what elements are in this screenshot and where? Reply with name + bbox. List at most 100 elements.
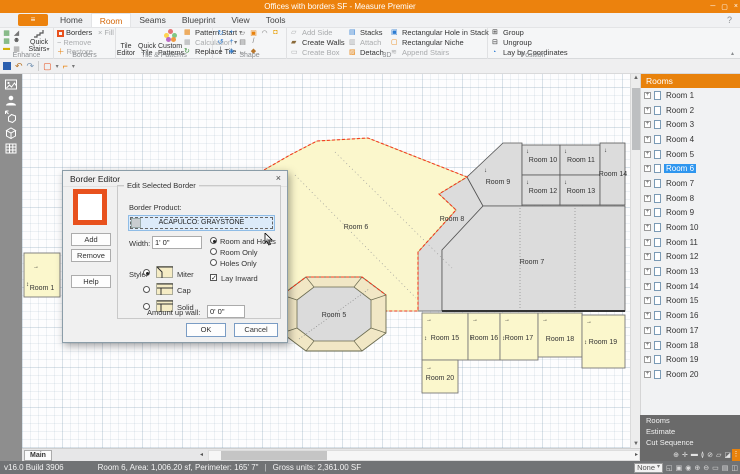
rect-hole-button[interactable]: ▣ Rectangular Hole in Stack bbox=[391, 29, 489, 37]
user-icon[interactable] bbox=[4, 94, 18, 107]
add-border-button[interactable]: Add bbox=[71, 233, 111, 246]
app-menu-button[interactable]: ≡ bbox=[18, 14, 48, 26]
sketch-icon[interactable]: ◢ bbox=[12, 29, 21, 37]
zoom-in-icon[interactable]: ⊕ bbox=[694, 464, 700, 472]
zoom-window-icon[interactable]: ▭ bbox=[712, 464, 719, 472]
expand-plus-icon[interactable]: + bbox=[644, 179, 651, 187]
lock-icon[interactable]: ◘ bbox=[271, 29, 280, 37]
remove-border-dialog-button[interactable]: Remove bbox=[71, 249, 111, 262]
layers-icon[interactable]: ▬ bbox=[691, 451, 698, 459]
fill-bucket-icon[interactable]: ▣ bbox=[249, 29, 258, 37]
expand-plus-icon[interactable]: + bbox=[644, 91, 651, 99]
room-list-item[interactable]: + Room 11 bbox=[641, 235, 740, 250]
room-and-holes-radio[interactable] bbox=[210, 237, 217, 244]
quick-stairs-button[interactable]: Quick Stairs▾ bbox=[26, 29, 52, 54]
scroll-right-icon[interactable]: ▸ bbox=[635, 451, 638, 458]
ok-button[interactable]: OK bbox=[186, 323, 226, 337]
tab-room[interactable]: Room bbox=[90, 13, 132, 27]
save-icon[interactable] bbox=[3, 62, 11, 70]
room-list-item[interactable]: + Room 12 bbox=[641, 250, 740, 265]
expand-plus-icon[interactable]: + bbox=[644, 224, 651, 232]
border-product-button[interactable]: ACAPULCO: GRAYSTONE bbox=[128, 215, 275, 231]
photo-icon[interactable] bbox=[4, 78, 18, 91]
room-list-item[interactable]: + Room 6 bbox=[641, 161, 740, 176]
tab-view[interactable]: View bbox=[223, 13, 257, 27]
ribbon-collapse-icon[interactable]: ▴ bbox=[731, 50, 734, 57]
tab-blueprint[interactable]: Blueprint bbox=[174, 13, 224, 27]
room-list-item[interactable]: + Room 9 bbox=[641, 206, 740, 221]
expand-plus-icon[interactable]: + bbox=[644, 194, 651, 202]
fill-button[interactable]: × Fill bbox=[98, 29, 114, 37]
room-list-item[interactable]: + Room 17 bbox=[641, 323, 740, 338]
grid-icon[interactable] bbox=[4, 142, 18, 155]
orbit-icon[interactable]: ◉ bbox=[685, 464, 691, 472]
rect-niche-button[interactable]: ▢ Rectangular Niche bbox=[391, 39, 464, 47]
stacks-button[interactable]: ▤ Stacks bbox=[349, 29, 383, 37]
close-button[interactable]: × bbox=[734, 3, 738, 10]
room-list-item[interactable]: + Room 3 bbox=[641, 117, 740, 132]
canvas-hscrollbar[interactable] bbox=[208, 450, 640, 461]
people-icon[interactable]: ☻ bbox=[12, 37, 21, 45]
enhance-grid2-icon[interactable]: ▦ bbox=[2, 37, 11, 45]
expand-plus-icon[interactable]: + bbox=[644, 150, 651, 158]
tab-seams[interactable]: Seams bbox=[131, 13, 173, 27]
room-list-item[interactable]: + Room 13 bbox=[641, 264, 740, 279]
help-icon[interactable]: ? bbox=[727, 15, 732, 25]
expand-plus-icon[interactable]: + bbox=[644, 253, 651, 261]
holes-only-radio[interactable] bbox=[210, 259, 217, 266]
amount-up-wall-input[interactable] bbox=[207, 305, 245, 318]
room-list-item[interactable]: + Room 2 bbox=[641, 103, 740, 118]
room-list-item[interactable]: + Room 7 bbox=[641, 176, 740, 191]
view-item[interactable]: Rooms bbox=[640, 415, 740, 426]
views-more-button[interactable]: ⋮ bbox=[732, 449, 740, 461]
expand-plus-icon[interactable]: + bbox=[644, 356, 651, 364]
zoom-out-icon[interactable]: ⊖ bbox=[703, 464, 709, 472]
zoom-tool-icon[interactable]: ⊕ bbox=[673, 451, 679, 459]
enhance-grid-icon[interactable]: ▦ bbox=[2, 29, 11, 37]
room-list-item[interactable]: + Room 10 bbox=[641, 220, 740, 235]
miter-radio[interactable] bbox=[143, 269, 150, 276]
expand-plus-icon[interactable]: + bbox=[644, 209, 651, 217]
move-icon[interactable]: + bbox=[227, 29, 236, 37]
no-icon[interactable]: ⊘ bbox=[707, 451, 713, 459]
expand-plus-icon[interactable]: + bbox=[644, 341, 651, 349]
rect-dropdown-icon[interactable]: ▾ bbox=[56, 63, 59, 70]
expand-plus-icon[interactable]: + bbox=[644, 165, 651, 173]
export-box-icon[interactable] bbox=[4, 110, 18, 123]
panel-icon[interactable]: ◪ bbox=[724, 451, 731, 459]
room-list-item[interactable]: + Room 5 bbox=[641, 147, 740, 162]
select-icon[interactable]: ◱ bbox=[666, 464, 673, 472]
group-button[interactable]: ⊞ Group bbox=[492, 29, 524, 37]
expand-plus-icon[interactable]: + bbox=[644, 268, 651, 276]
canvas-vscrollbar[interactable]: ▲ ▼ bbox=[630, 74, 640, 448]
arc-icon[interactable]: ◠ bbox=[260, 29, 269, 37]
expand-plus-icon[interactable]: + bbox=[644, 106, 651, 114]
room-list-item[interactable]: + Room 15 bbox=[641, 294, 740, 309]
lay-inward-checkbox[interactable]: ✓ bbox=[210, 274, 217, 282]
expand-plus-icon[interactable]: + bbox=[644, 370, 651, 378]
room-list-item[interactable]: + Room 4 bbox=[641, 132, 740, 147]
maximize-button[interactable]: ▢ bbox=[721, 3, 728, 11]
layer-combo[interactable]: None ▾ bbox=[634, 462, 664, 473]
pages-icon[interactable]: ▱ bbox=[716, 451, 721, 459]
minimize-button[interactable]: ─ bbox=[710, 3, 715, 10]
width-input[interactable] bbox=[152, 236, 202, 249]
cap-radio[interactable] bbox=[143, 286, 150, 293]
copy-icon[interactable]: ▱ bbox=[238, 29, 247, 37]
undo-icon[interactable]: ↶ bbox=[15, 61, 23, 72]
zoom-extents-icon[interactable]: ▤ bbox=[722, 464, 729, 472]
pan-icon[interactable]: ▣ bbox=[676, 464, 683, 472]
tab-home[interactable]: Home bbox=[52, 13, 91, 27]
view-icon[interactable]: ◫ bbox=[731, 464, 738, 472]
create-walls-button[interactable]: ▰ Create Walls bbox=[291, 39, 345, 47]
add-side-button[interactable]: ▱ Add Side bbox=[291, 29, 332, 37]
sheet-tab-main[interactable]: Main bbox=[24, 450, 52, 461]
corner-dropdown-icon[interactable]: ▾ bbox=[72, 63, 75, 70]
view-item[interactable]: Cut Sequence bbox=[640, 437, 740, 448]
view-item[interactable]: Estimate bbox=[640, 426, 740, 437]
room-list-item[interactable]: + Room 20 bbox=[641, 367, 740, 382]
hscroll-thumb[interactable] bbox=[221, 451, 327, 460]
room-list-item[interactable]: + Room 16 bbox=[641, 308, 740, 323]
room-list-item[interactable]: + Room 19 bbox=[641, 352, 740, 367]
dialog-close-icon[interactable]: × bbox=[276, 173, 281, 183]
